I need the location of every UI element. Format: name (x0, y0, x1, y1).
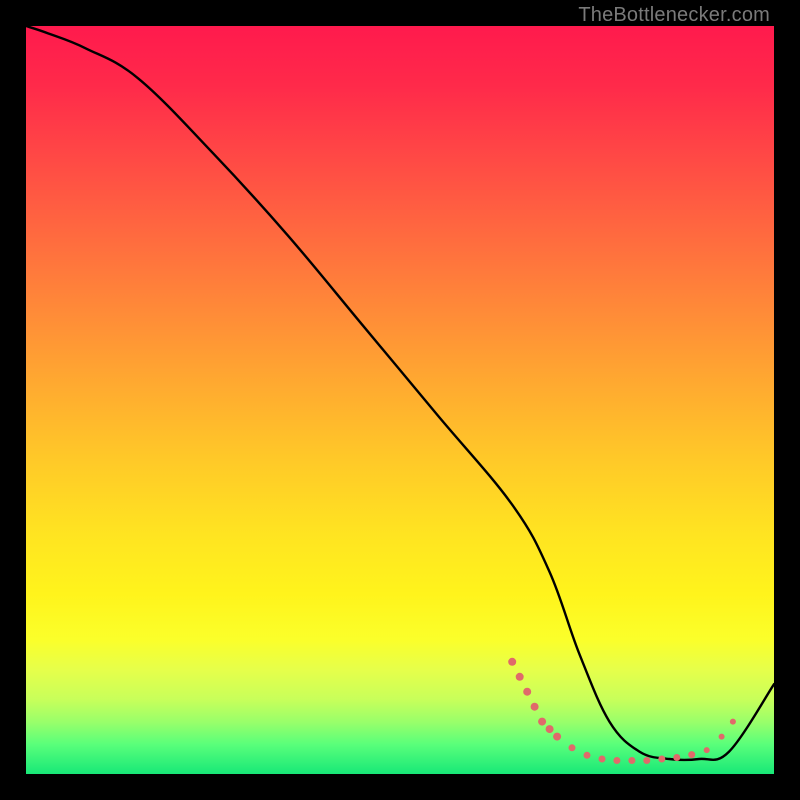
marker-dot (658, 756, 665, 763)
marker-dot (531, 703, 539, 711)
marker-dot (553, 733, 561, 741)
marker-dot (584, 752, 591, 759)
marker-dot (673, 754, 680, 761)
bottleneck-curve (26, 26, 774, 760)
plot-area (26, 26, 774, 774)
marker-dot (643, 757, 650, 764)
marker-dot (628, 757, 635, 764)
chart-stage: TheBottlenecker.com (0, 0, 800, 800)
marker-dot (516, 673, 524, 681)
marker-dot (538, 718, 546, 726)
marker-dot (719, 734, 725, 740)
marker-dot (730, 719, 736, 725)
marker-dot (523, 688, 531, 696)
attribution-text: TheBottlenecker.com (578, 4, 770, 27)
marker-group (508, 658, 736, 764)
curve-layer (26, 26, 774, 774)
marker-dot (508, 658, 516, 666)
marker-dot (599, 756, 606, 763)
marker-dot (569, 744, 576, 751)
marker-dot (613, 757, 620, 764)
marker-dot (546, 725, 554, 733)
marker-dot (704, 747, 710, 753)
marker-dot (688, 751, 695, 758)
